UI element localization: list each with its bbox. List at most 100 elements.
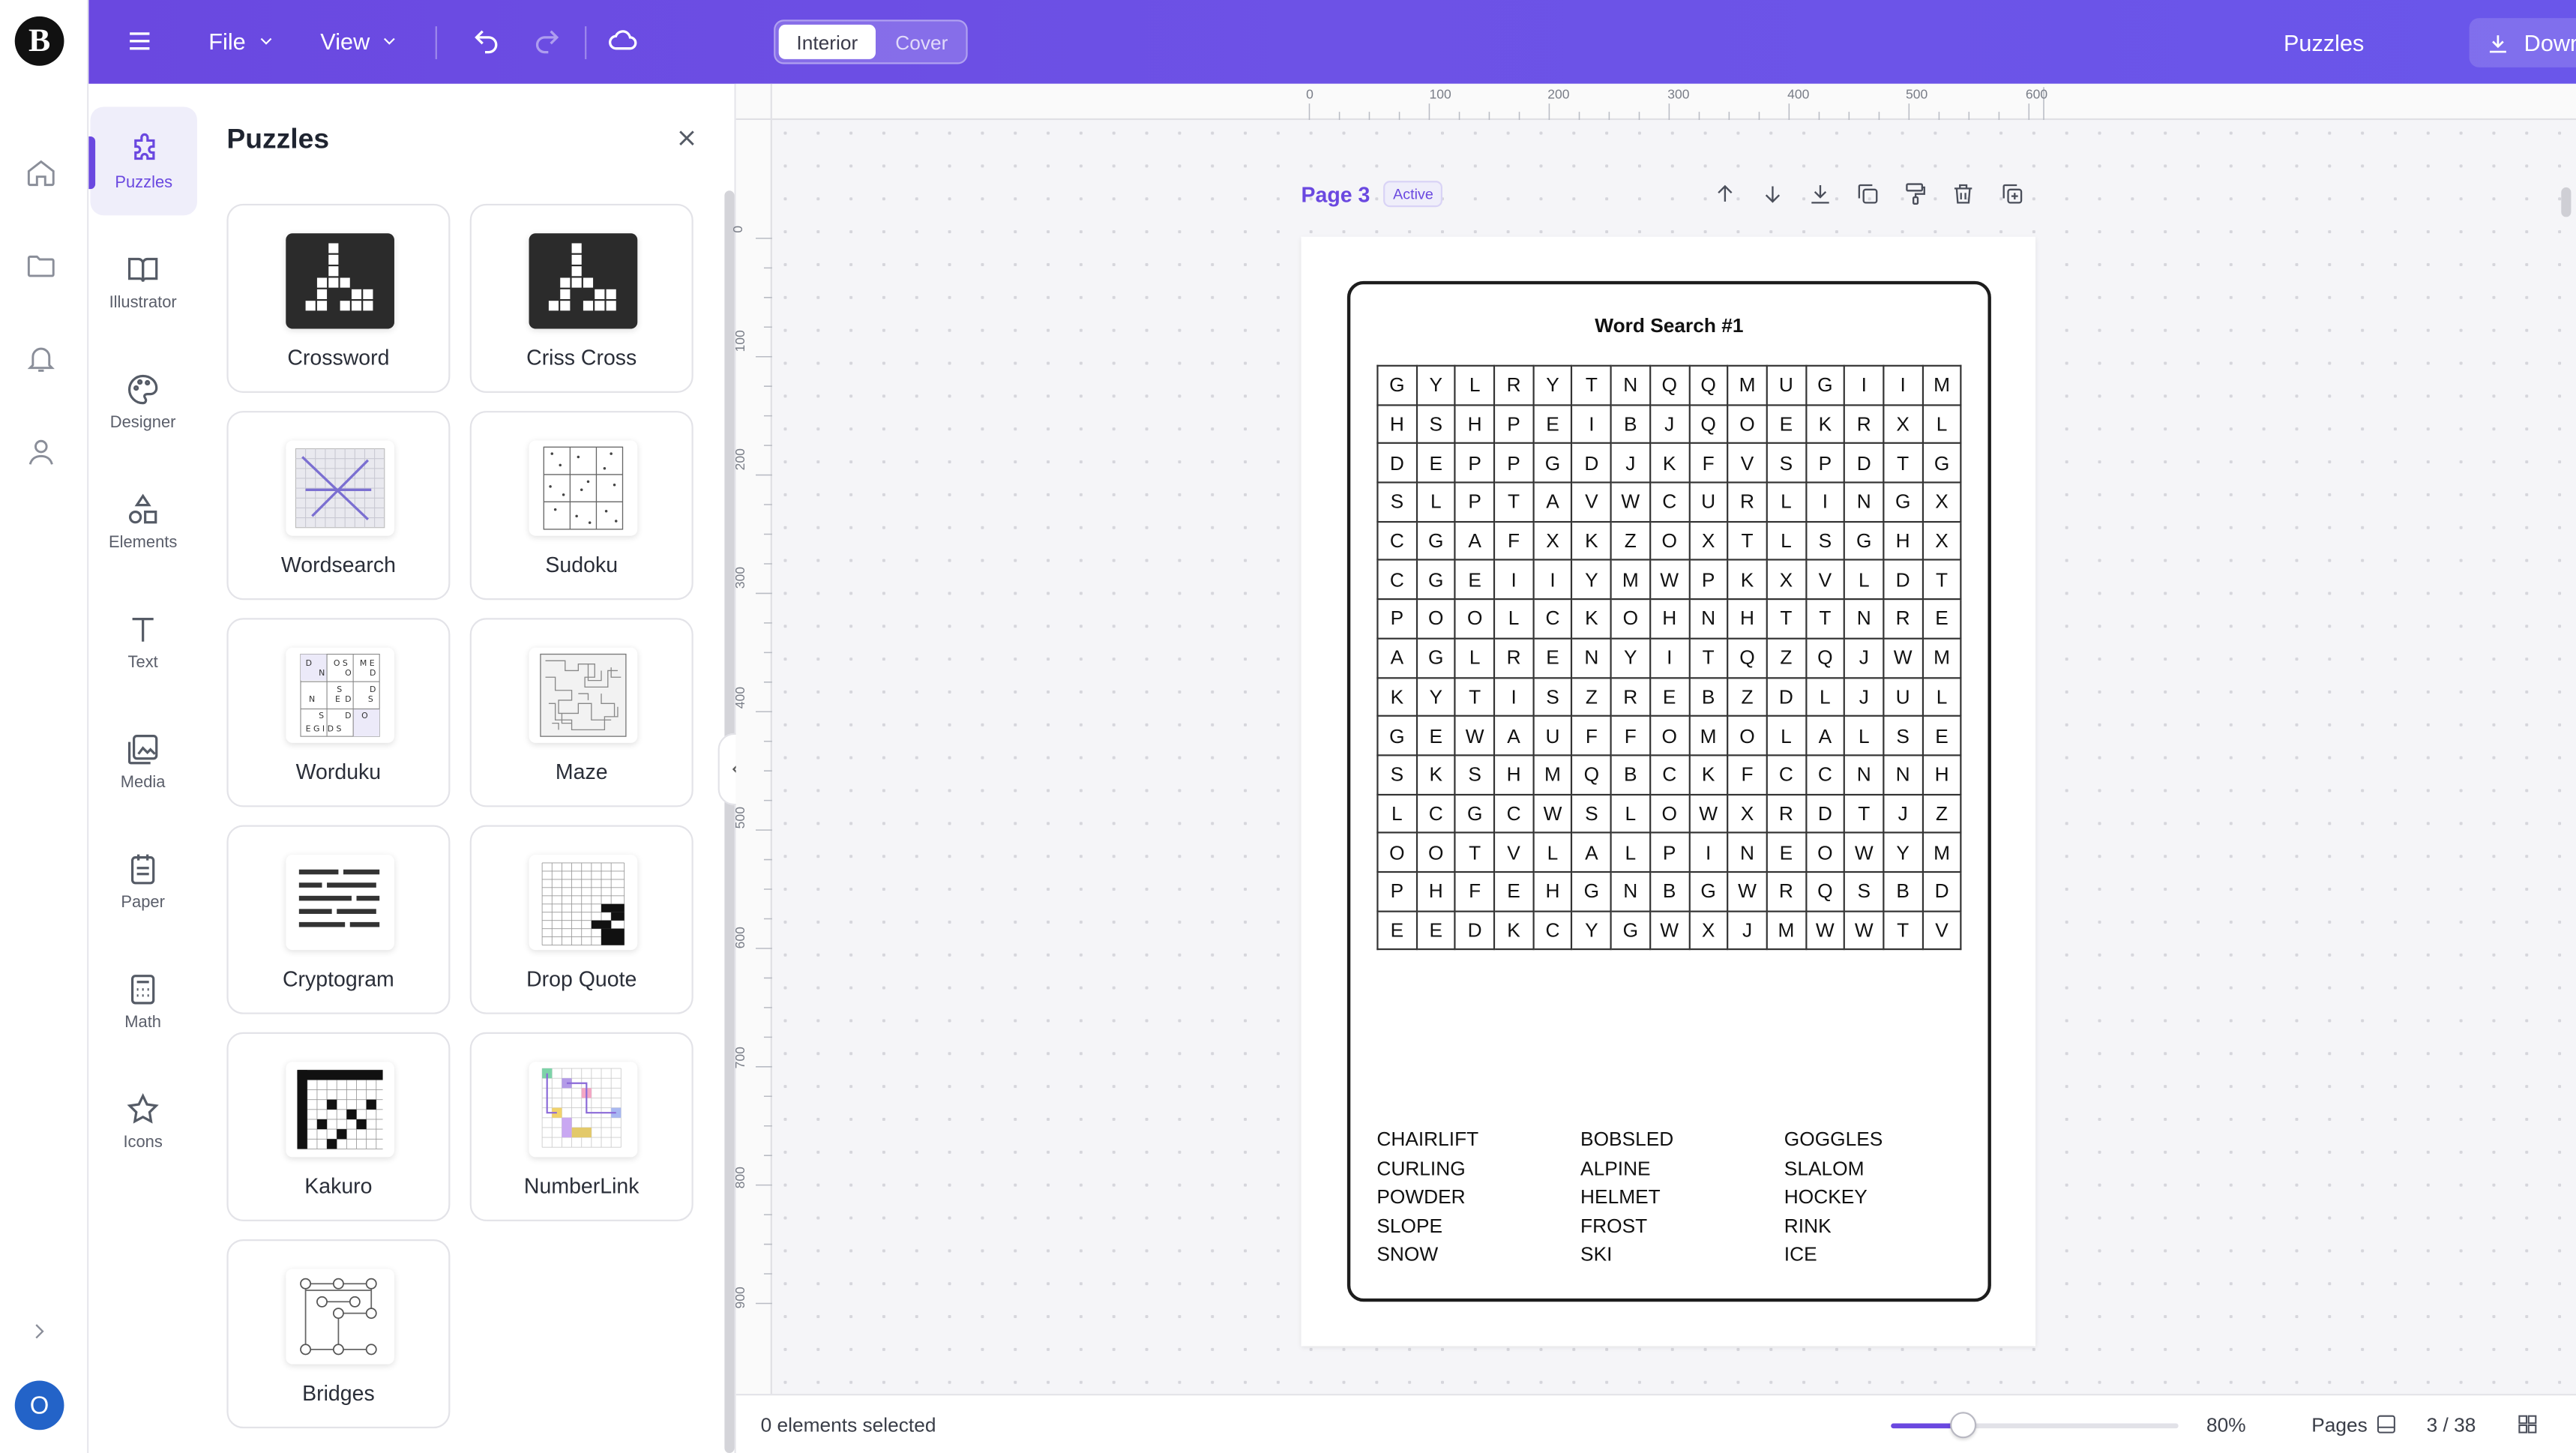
grid-cell: S [1415,403,1457,445]
tool-math[interactable]: Math [88,947,197,1056]
puzzle-frame[interactable]: Word Search #1 GYLRYTNQQMUGIIMHSHPEIBJQO… [1346,280,1991,1302]
bridges-thumbnail [286,1269,394,1365]
status-badge: Active [1382,181,1443,208]
tool-illustrator[interactable]: Illustrator [88,227,197,336]
grid-cell: S [1376,481,1418,523]
canvas-scrollbar[interactable] [2561,187,2572,217]
grid-cell: Z [1610,520,1651,562]
puzzle-card-drop-quote[interactable]: Drop Quote [469,825,693,1014]
user-icon[interactable] [25,436,58,477]
grid-cell: W [1532,792,1574,834]
tool-text[interactable]: Text [88,587,197,696]
folder-icon[interactable] [25,250,58,291]
puzzle-card-cryptogram[interactable]: Cryptogram [226,825,451,1014]
grid-cell: C [1766,754,1807,795]
grid-cell: G [1571,870,1612,912]
grid-cell: J [1883,792,1924,834]
add-page-icon[interactable] [1999,181,2026,215]
tab-cover[interactable]: Cover [877,25,966,59]
user-avatar[interactable]: O [14,1380,64,1431]
grid-cell: O [1376,831,1418,873]
tab-interior[interactable]: Interior [778,24,876,59]
duplicate-page-icon[interactable] [1855,181,1881,215]
svg-text:D: D [306,658,312,668]
delete-page-icon[interactable] [1950,181,1976,215]
download-button[interactable]: Download [2469,18,2576,67]
grid-cell: R [1766,792,1807,834]
grid-row: CGEIIYMWPKXVLDT [1376,559,1963,601]
grid-cell: L [1844,715,1885,756]
app-logo[interactable]: B [14,16,64,66]
grid-row: KYTISZREBZDLJUL [1376,676,1963,718]
puzzle-card-kakuro[interactable]: Kakuro [226,1032,451,1221]
grid-cell: G [1805,364,1846,406]
grid-cell: M [1766,909,1807,951]
undo-icon[interactable] [472,26,501,55]
grid-cell: S [1883,715,1924,756]
grid-cell: N [1610,870,1651,912]
puzzle-card-wordsearch[interactable]: Wordsearch [226,411,451,601]
page-canvas[interactable]: Word Search #1 GYLRYTNQQMUGIIMHSHPEIBJQO… [1301,236,2036,1347]
grid-cell: C [1532,909,1574,951]
puzzles-link[interactable]: Puzzles [2284,29,2364,55]
grid-cell: I [1493,676,1535,718]
grid-cell: S [1454,754,1496,795]
expand-chevron-icon[interactable] [26,1318,52,1353]
pages-panel-icon[interactable] [2374,1412,2398,1445]
home-icon[interactable] [25,156,58,197]
puzzle-card-worduku[interactable]: DO SM ENODSDNEDSSDOE G I D S Worduku [226,618,451,807]
grid-cell: D [1571,442,1612,484]
grid-cell: G [1415,520,1457,562]
grid-row: CGAFXKZOXTLSGHX [1376,520,1963,562]
download-page-icon[interactable] [1807,181,1833,215]
tool-designer[interactable]: Designer [88,347,197,456]
grid-cell: Q [1649,364,1690,406]
tool-paper[interactable]: Paper [88,827,197,936]
puzzle-card-numberlink[interactable]: NumberLink [469,1032,693,1221]
tool-puzzles[interactable]: Puzzles [90,106,197,216]
grid-cell: L [1415,481,1457,523]
view-menu-label: View [320,28,370,55]
grid-cell: J [1610,442,1651,484]
word-search-grid[interactable]: GYLRYTNQQMUGIIMHSHPEIBJQOEKRXLDEPPGDJKFV… [1376,364,1963,951]
grid-cell: A [1532,481,1574,523]
redo-icon[interactable] [532,26,562,55]
grid-cell: L [1766,481,1807,523]
tool-elements[interactable]: Elements [88,467,197,576]
grid-cell: X [1688,909,1729,951]
ruler-tick-label: 300 [1667,87,1690,102]
grid-cell: E [1649,676,1690,718]
grid-cell: N [1844,481,1885,523]
svg-text:S: S [319,711,324,721]
pages-label[interactable]: Pages [2311,1413,2368,1437]
grid-cell: P [1376,870,1418,912]
puzzle-card-bridges[interactable]: Bridges [226,1239,451,1429]
word-list-item: RINK [1784,1214,1832,1238]
word-list-item: FROST [1580,1214,1648,1238]
palette-icon [128,373,158,404]
cloud-sync-icon[interactable] [608,26,637,55]
zoom-slider[interactable] [1891,1412,2179,1439]
word-list-item: CHAIRLIFT [1376,1127,1479,1151]
puzzle-card-crossword[interactable]: Crossword [226,203,451,393]
page-name[interactable]: Page 3 [1301,181,1370,206]
grid-row: AGLRENYITQZQJWM [1376,637,1963,679]
move-page-up-icon[interactable] [1712,181,1738,215]
zoom-slider-handle[interactable] [1949,1412,1976,1439]
grid-cell: H [1727,598,1768,640]
grid-view-icon[interactable] [2515,1412,2540,1445]
file-menu[interactable]: File [208,28,275,54]
tool-media[interactable]: Media [88,707,197,816]
close-icon[interactable] [673,125,699,160]
grid-cell: E [1532,403,1574,445]
puzzle-card-criss-cross[interactable]: Criss Cross [469,203,693,393]
tool-icons[interactable]: Icons [88,1067,197,1176]
puzzle-card-maze[interactable]: Maze [469,618,693,807]
puzzle-card-sudoku[interactable]: Sudoku [469,411,693,601]
bell-icon[interactable] [25,342,58,383]
view-menu[interactable]: View [320,28,399,54]
move-page-down-icon[interactable] [1760,181,1786,215]
grid-cell: F [1454,870,1496,912]
format-painter-icon[interactable] [1903,181,1929,215]
hamburger-menu-icon[interactable] [125,26,154,55]
